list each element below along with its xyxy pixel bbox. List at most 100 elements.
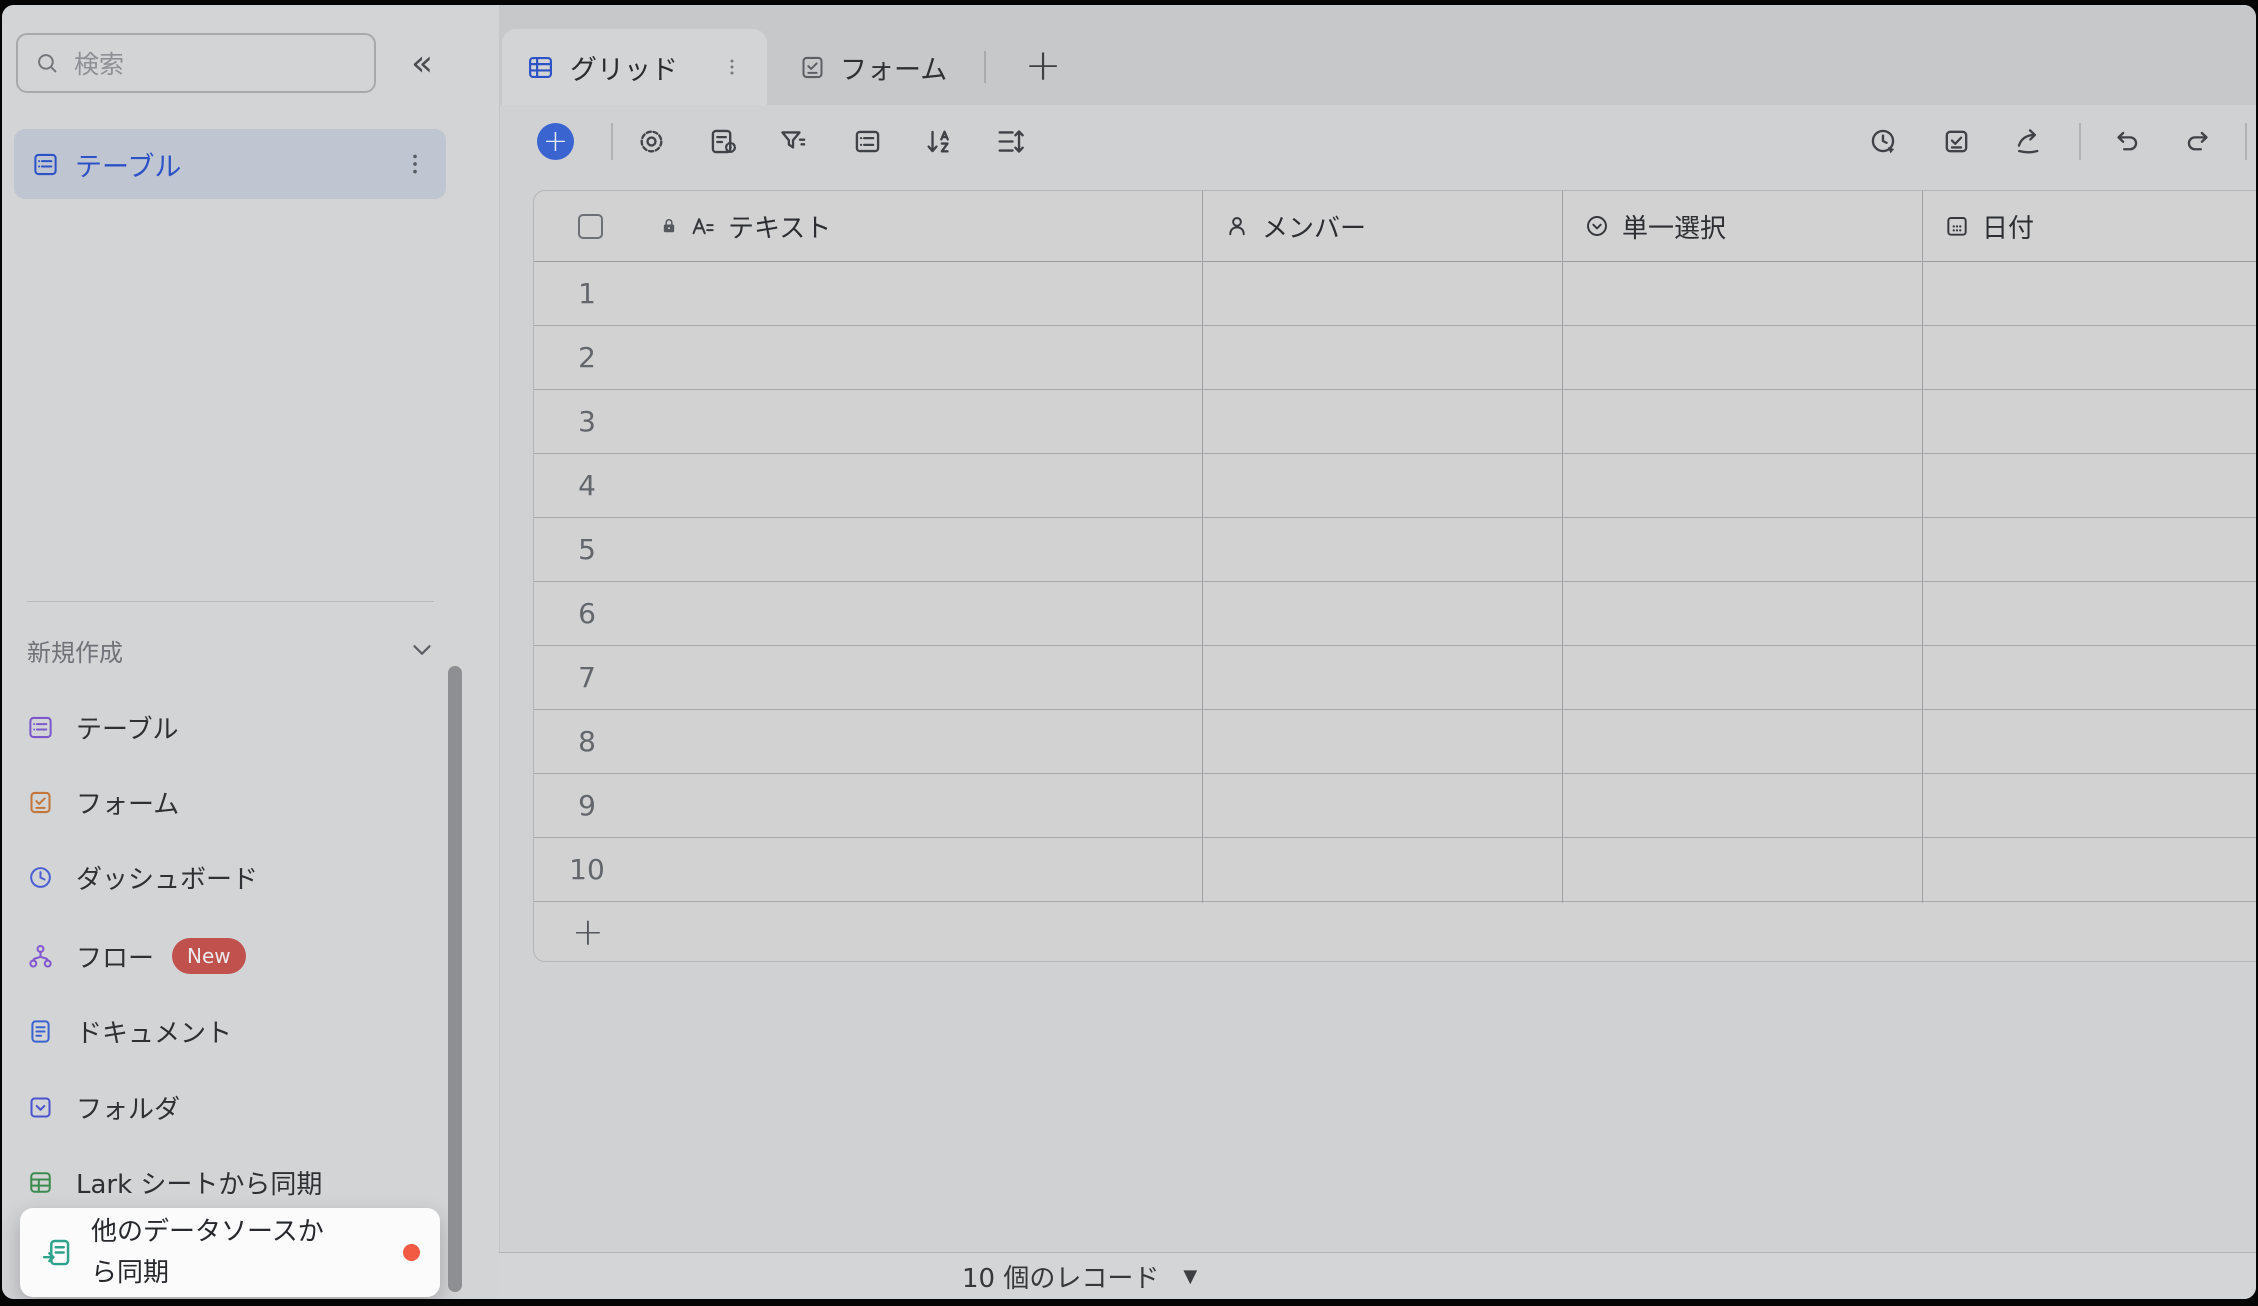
table-header-row: テキスト メンバー 単一選択 [534, 191, 2256, 262]
row-height-icon[interactable] [995, 126, 1026, 157]
sidebar-item-label: ダッシュボード [76, 859, 258, 896]
redo-icon[interactable] [2183, 126, 2214, 157]
tab-more-options-icon[interactable] [721, 54, 743, 80]
filter-icon[interactable] [777, 126, 808, 157]
column-header-member[interactable]: メンバー [1202, 191, 1562, 261]
member-field-icon [1224, 213, 1250, 239]
tab-grid-view[interactable]: グリッド [502, 29, 767, 105]
column-divider[interactable] [1202, 191, 1203, 903]
toolbar-divider [611, 123, 613, 160]
record-count-dropdown[interactable]: 10 個のレコード ▼ [962, 1258, 1197, 1295]
document-icon [27, 1018, 54, 1045]
column-header-single-select[interactable]: 単一選択 [1562, 191, 1922, 261]
search-input[interactable]: 検索 [16, 33, 376, 93]
column-label: 単一選択 [1622, 208, 1726, 245]
sidebar-item-label: フォルダ [76, 1089, 180, 1126]
row-number: 8 [534, 725, 640, 758]
add-record-button[interactable]: + [537, 123, 574, 160]
field-config-icon[interactable] [708, 126, 739, 157]
sidebar-item-new-document[interactable]: ドキュメント [27, 1004, 232, 1058]
sidebar-item-new-flow[interactable]: フロー New [27, 929, 246, 983]
datasource-sync-icon [40, 1236, 73, 1269]
sidebar-item-table-active[interactable]: テーブル [14, 129, 446, 199]
add-record-row[interactable]: + [534, 903, 2256, 961]
table-row[interactable]: 3 [534, 390, 2256, 454]
history-icon[interactable] [1868, 126, 1899, 157]
row-number: 6 [534, 597, 640, 630]
column-header-date[interactable]: 日付 [1922, 191, 2256, 261]
sidebar-item-label: フォーム [76, 784, 179, 821]
sort-icon[interactable] [924, 126, 955, 157]
collapse-sidebar-icon[interactable]: « [400, 37, 444, 89]
select-all-checkbox[interactable] [578, 214, 603, 239]
tab-form-view[interactable]: フォーム [799, 29, 947, 105]
sidebar-item-label: ドキュメント [76, 1013, 232, 1050]
view-tabbar: グリッド フォーム + [499, 5, 2256, 105]
row-number: 3 [534, 405, 640, 438]
sidebar-scrollbar[interactable] [448, 666, 462, 1292]
lock-icon [659, 216, 679, 236]
row-number: 1 [534, 277, 640, 310]
table-row[interactable]: 8 [534, 710, 2256, 774]
table-row[interactable]: 10 [534, 838, 2256, 902]
form-view-icon [799, 54, 826, 81]
table-icon [32, 151, 59, 178]
single-select-field-icon [1584, 213, 1610, 239]
sidebar-item-label: テーブル [76, 709, 178, 746]
statusbar: 10 個のレコード ▼ [499, 1252, 2256, 1299]
sidebar-item-new-dashboard[interactable]: ダッシュボード [27, 850, 258, 904]
form-icon [27, 789, 54, 816]
sidebar-item-sync-other-datasource[interactable]: 他のデータソースから同期 [20, 1208, 440, 1297]
table-row[interactable]: 7 [534, 646, 2256, 710]
add-view-button[interactable]: + [1015, 35, 1071, 95]
sidebar-item-new-folder[interactable]: フォルダ [27, 1080, 180, 1134]
toolbar-divider [2079, 123, 2081, 160]
search-placeholder: 検索 [74, 45, 124, 81]
settings-icon[interactable] [636, 126, 667, 157]
table-row[interactable]: 9 [534, 774, 2256, 838]
form-record-icon[interactable] [1941, 126, 1972, 157]
tab-label: フォーム [840, 48, 947, 87]
grid-view-icon [526, 53, 555, 82]
undo-icon[interactable] [2111, 126, 2142, 157]
record-count-label: 10 個のレコード [962, 1258, 1159, 1295]
column-header-text[interactable]: テキスト [534, 191, 1202, 261]
row-number: 5 [534, 533, 640, 566]
tab-label: グリッド [570, 48, 678, 87]
main-area: グリッド フォーム + + [499, 5, 2256, 1299]
table-row[interactable]: 6 [534, 582, 2256, 646]
app-window: 検索 « テーブル 新規作成 テーブル [0, 0, 2258, 1306]
column-divider[interactable] [1922, 191, 1923, 903]
date-field-icon [1944, 213, 1970, 239]
sidebar-item-label: フロー [76, 938, 154, 975]
column-label: 日付 [1982, 208, 2034, 245]
more-options-icon[interactable] [402, 149, 428, 179]
sidebar: 検索 « テーブル 新規作成 テーブル [2, 5, 500, 1299]
tab-divider [984, 51, 986, 83]
share-icon[interactable] [2013, 126, 2044, 157]
table-row[interactable]: 5 [534, 518, 2256, 582]
create-section-label: 新規作成 [27, 633, 123, 668]
chevron-down-icon [407, 635, 437, 665]
sidebar-divider [27, 601, 434, 602]
sidebar-item-new-table[interactable]: テーブル [27, 700, 178, 754]
row-number: 4 [534, 469, 640, 502]
row-number: 7 [534, 661, 640, 694]
sidebar-item-label: テーブル [75, 145, 181, 184]
row-number: 9 [534, 789, 640, 822]
group-icon[interactable] [852, 126, 883, 157]
dropdown-arrow-icon: ▼ [1183, 1266, 1197, 1287]
table-row[interactable]: 2 [534, 326, 2256, 390]
column-label: テキスト [728, 208, 831, 245]
flow-icon [27, 943, 54, 970]
sidebar-item-new-form[interactable]: フォーム [27, 775, 179, 829]
table-row[interactable]: 1 [534, 262, 2256, 326]
create-section-header[interactable]: 新規作成 [27, 627, 437, 673]
row-number: 10 [534, 853, 640, 886]
grid-toolbar: + [499, 105, 2256, 190]
table-icon [27, 714, 54, 741]
table-row[interactable]: 4 [534, 454, 2256, 518]
grid-view-table: テキスト メンバー 単一選択 [533, 190, 2256, 962]
column-divider[interactable] [1562, 191, 1563, 903]
sidebar-item-sync-lark-sheet[interactable]: Lark シートから同期 [27, 1155, 322, 1209]
